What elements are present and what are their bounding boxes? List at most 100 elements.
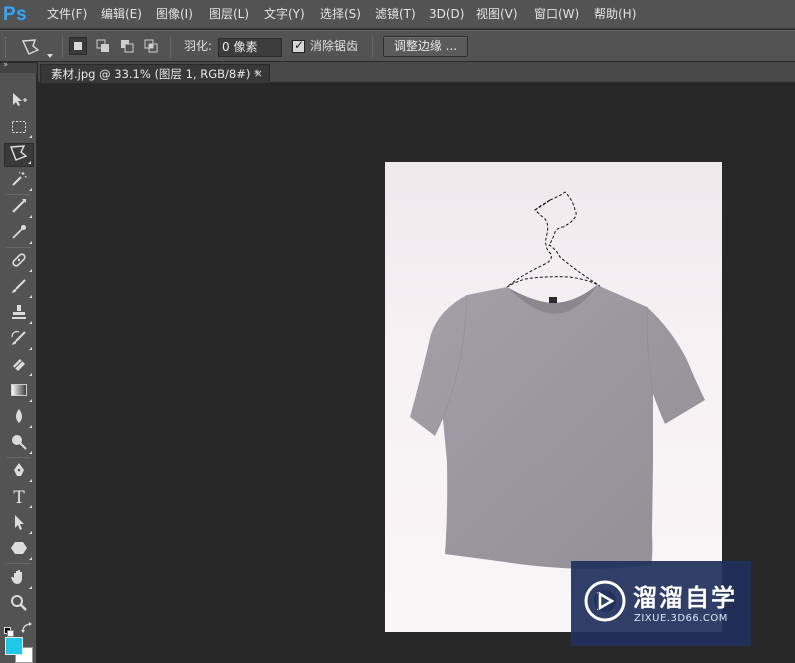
subtract-from-selection-button[interactable]	[118, 37, 136, 55]
tool-crop[interactable]	[4, 196, 34, 220]
menu-type[interactable]: 文字(Y)	[264, 0, 305, 29]
tool-blur[interactable]	[4, 406, 34, 430]
tool-separator	[6, 194, 31, 195]
watermark-brand: 溜溜自学	[633, 584, 737, 612]
flyout-indicator	[29, 373, 32, 376]
options-separator	[372, 36, 373, 58]
options-grip[interactable]	[5, 37, 9, 57]
options-separator	[170, 36, 171, 58]
feather-input[interactable]: 0 像素	[218, 38, 282, 57]
tool-eraser[interactable]	[4, 354, 34, 378]
tools-panel-header[interactable]: ››	[0, 60, 37, 73]
tool-pen[interactable]	[4, 460, 34, 484]
flyout-indicator	[29, 425, 32, 428]
antialias-checkbox[interactable]: ✓	[292, 38, 305, 53]
flyout-indicator	[29, 586, 32, 589]
type-icon: T	[13, 488, 25, 508]
tool-move[interactable]	[4, 90, 34, 114]
watermark-badge: 溜溜自学 ZIXUE.3D66.COM	[571, 561, 751, 646]
clone-stamp-icon	[10, 303, 28, 325]
flyout-indicator	[29, 188, 32, 191]
flyout-indicator	[29, 531, 32, 534]
tool-preset-picker[interactable]	[20, 37, 53, 58]
tool-gradient[interactable]	[4, 380, 34, 404]
pen-icon	[10, 461, 28, 483]
magic-wand-icon	[10, 170, 28, 192]
blur-icon	[10, 407, 28, 429]
menu-view[interactable]: 视图(V)	[476, 0, 518, 29]
flyout-indicator	[29, 451, 32, 454]
tool-shape[interactable]	[4, 538, 34, 562]
tool-magic-wand[interactable]	[4, 169, 34, 193]
tool-hand[interactable]	[4, 567, 34, 591]
menu-image[interactable]: 图像(I)	[156, 0, 193, 29]
flyout-indicator	[29, 321, 32, 324]
default-colors-icon[interactable]	[4, 622, 14, 637]
menu-file[interactable]: 文件(F)	[47, 0, 87, 29]
add-to-selection-icon	[94, 39, 112, 59]
lasso-selection-path	[506, 191, 601, 288]
flyout-indicator	[29, 479, 32, 482]
tool-zoom[interactable]	[4, 593, 34, 617]
eyedropper-icon	[10, 223, 28, 245]
brush-icon	[10, 277, 28, 299]
flyout-indicator	[29, 269, 32, 272]
tool-healing[interactable]	[4, 250, 34, 274]
menu-filter[interactable]: 滤镜(T)	[375, 0, 416, 29]
tool-history-brush[interactable]	[4, 328, 34, 352]
path-selection-icon	[11, 513, 27, 535]
feather-label: 羽化:	[184, 39, 213, 53]
menu-bar: Ps 文件(F) 编辑(E) 图像(I) 图层(L) 文字(Y) 选择(S) 滤…	[0, 0, 795, 29]
new-selection-button[interactable]	[69, 37, 87, 55]
options-bar: 羽化: 0 像素 ✓ 消除锯齿 调整边缘 ...	[0, 30, 795, 62]
tool-separator	[6, 563, 31, 564]
close-icon[interactable]: ×	[254, 65, 263, 83]
menu-window[interactable]: 窗口(W)	[534, 0, 579, 29]
tool-path-selection[interactable]	[4, 512, 34, 536]
tshirt-label	[549, 297, 557, 303]
swap-colors-icon[interactable]	[21, 619, 33, 633]
tool-brush[interactable]	[4, 276, 34, 300]
checkmark-icon: ✓	[294, 38, 305, 52]
flyout-indicator	[28, 161, 31, 164]
tshirt-shape	[410, 285, 705, 569]
menu-edit[interactable]: 编辑(E)	[101, 0, 142, 29]
shape-icon	[10, 539, 28, 561]
document-tab-title: 素材.jpg @ 33.1% (图层 1, RGB/8#) *	[51, 67, 260, 81]
flyout-indicator	[29, 241, 32, 244]
tool-clone-stamp[interactable]	[4, 302, 34, 326]
eraser-icon	[10, 355, 28, 377]
history-brush-icon	[10, 329, 28, 351]
menu-select[interactable]: 选择(S)	[320, 0, 361, 29]
collapse-icon[interactable]: ››	[3, 60, 8, 70]
menu-3d[interactable]: 3D(D)	[429, 0, 464, 29]
menu-help[interactable]: 帮助(H)	[594, 0, 636, 29]
antialias-label: 消除锯齿	[310, 39, 359, 53]
document-tab[interactable]: 素材.jpg @ 33.1% (图层 1, RGB/8#) * ×	[40, 64, 270, 83]
flyout-indicator	[29, 557, 32, 560]
tool-type[interactable]: T	[4, 486, 34, 510]
add-to-selection-button[interactable]	[94, 37, 112, 55]
foreground-color-swatch[interactable]	[5, 637, 23, 655]
polygonal-lasso-icon	[20, 39, 42, 61]
tools-panel: ›› T	[0, 60, 37, 663]
tool-separator	[6, 457, 31, 458]
refine-edge-button[interactable]: 调整边缘 ...	[383, 36, 468, 57]
play-logo-icon	[583, 579, 627, 623]
rectangular-marquee-icon	[11, 119, 27, 138]
flyout-indicator	[29, 295, 32, 298]
tool-lasso[interactable]	[4, 143, 34, 167]
intersect-selection-button[interactable]	[142, 37, 160, 55]
tool-marquee[interactable]	[4, 116, 34, 140]
flyout-indicator	[29, 347, 32, 350]
intersect-selection-icon	[142, 39, 160, 59]
healing-brush-icon	[10, 251, 28, 273]
flyout-indicator	[29, 399, 32, 402]
menu-layer[interactable]: 图层(L)	[209, 0, 249, 29]
options-separator	[62, 36, 63, 58]
flyout-indicator	[29, 215, 32, 218]
tool-dodge[interactable]	[4, 432, 34, 456]
watermark-url: ZIXUE.3D66.COM	[634, 613, 728, 624]
tool-eyedropper[interactable]	[4, 222, 34, 246]
photoshop-logo: Ps	[3, 4, 28, 25]
